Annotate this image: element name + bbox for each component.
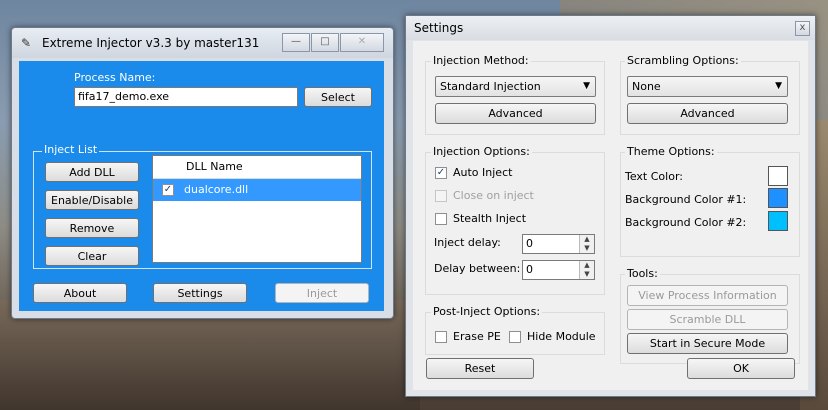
delay-between-label: Delay between:	[434, 262, 521, 275]
enable-disable-button[interactable]: Enable/Disable	[45, 190, 139, 210]
inject-delay-value: 0	[526, 237, 533, 250]
start-secure-mode-button[interactable]: Start in Secure Mode	[627, 333, 788, 354]
settings-client: Injection Method: Standard Injection ▼ A…	[413, 41, 808, 390]
dll-enabled-checkbox[interactable]: ✓	[162, 184, 174, 196]
scrambling-value: None	[632, 80, 661, 93]
stepper-arrows-icon[interactable]: ▲ ▼	[579, 235, 594, 253]
injection-advanced-button[interactable]: Advanced	[435, 103, 596, 124]
text-color-label: Text Color:	[625, 170, 683, 183]
dll-name-column: DLL Name	[186, 160, 243, 173]
bg-color-2-swatch[interactable]	[768, 211, 788, 231]
stealth-inject-checkbox[interactable]	[435, 213, 447, 225]
process-name-input[interactable]: fifa17_demo.exe	[74, 87, 298, 107]
injector-client: Process Name: fifa17_demo.exe Select Inj…	[19, 61, 384, 311]
remove-button[interactable]: Remove	[45, 218, 139, 238]
post-inject-title: Post-Inject Options:	[431, 305, 543, 318]
settings-button[interactable]: Settings	[153, 283, 247, 303]
hide-module-label: Hide Module	[527, 330, 596, 343]
tools-title: Tools:	[625, 267, 660, 280]
settings-title: Settings	[414, 21, 464, 35]
erase-pe-checkbox[interactable]	[435, 331, 447, 343]
stepper-arrows-icon[interactable]: ▲ ▼	[579, 261, 594, 279]
erase-pe-label: Erase PE	[453, 330, 501, 343]
reset-button[interactable]: Reset	[426, 358, 534, 379]
syringe-icon: ✎	[21, 36, 32, 50]
dll-list[interactable]: DLL Name ✓ dualcore.dll	[152, 155, 362, 263]
scrambling-title: Scrambling Options:	[625, 54, 741, 67]
view-process-info-button[interactable]: View Process Information	[627, 285, 788, 306]
chevron-down-icon: ▼	[583, 81, 590, 91]
bg-color-2-label: Background Color #2:	[625, 216, 747, 229]
close-on-inject-label: Close on inject	[453, 189, 534, 202]
dll-list-header[interactable]: DLL Name	[153, 156, 361, 179]
delay-between-stepper[interactable]: 0 ▲ ▼	[522, 260, 595, 280]
auto-inject-label: Auto Inject	[453, 166, 513, 179]
scrambling-advanced-button[interactable]: Advanced	[627, 103, 788, 124]
auto-inject-checkbox[interactable]: ✓	[435, 167, 447, 179]
settings-titlebar[interactable]: Settings x	[406, 16, 815, 40]
injection-method-value: Standard Injection	[440, 80, 541, 93]
bg-color-1-swatch[interactable]	[768, 188, 788, 208]
process-name-label: Process Name:	[74, 71, 156, 84]
list-item[interactable]: ✓ dualcore.dll	[153, 179, 361, 201]
maximize-button[interactable]: □	[311, 33, 339, 52]
delay-between-value: 0	[526, 263, 533, 276]
chevron-down-icon: ▼	[775, 81, 782, 91]
text-color-swatch[interactable]	[768, 166, 788, 186]
close-button[interactable]: ✕	[340, 33, 384, 52]
clear-button[interactable]: Clear	[45, 246, 139, 266]
select-process-button[interactable]: Select	[304, 87, 372, 107]
hide-module-checkbox[interactable]	[509, 331, 521, 343]
close-on-inject-checkbox[interactable]	[435, 190, 447, 202]
scrambling-select[interactable]: None ▼	[627, 76, 788, 97]
injector-window: ✎ Extreme Injector v3.3 by master131 — □…	[11, 27, 394, 319]
injection-method-select[interactable]: Standard Injection ▼	[435, 76, 596, 97]
injector-titlebar[interactable]: ✎ Extreme Injector v3.3 by master131 — □…	[12, 28, 393, 58]
inject-delay-label: Inject delay:	[434, 236, 501, 249]
theme-options-title: Theme Options:	[625, 145, 717, 158]
injection-method-title: Injection Method:	[431, 54, 531, 67]
ok-button[interactable]: OK	[687, 358, 795, 379]
dll-name: dualcore.dll	[184, 183, 249, 196]
inject-button[interactable]: Inject	[275, 283, 369, 303]
settings-window: Settings x Injection Method: Standard In…	[405, 15, 816, 397]
stealth-inject-label: Stealth Inject	[453, 212, 527, 225]
bg-color-1-label: Background Color #1:	[625, 193, 747, 206]
settings-close-button[interactable]: x	[795, 21, 810, 36]
inject-delay-stepper[interactable]: 0 ▲ ▼	[522, 234, 595, 254]
injector-title: Extreme Injector v3.3 by master131	[42, 36, 260, 50]
about-button[interactable]: About	[33, 283, 127, 303]
scramble-dll-button[interactable]: Scramble DLL	[627, 309, 788, 330]
injection-options-title: Injection Options:	[431, 145, 532, 158]
minimize-button[interactable]: —	[282, 33, 310, 52]
inject-list-title: Inject List	[42, 143, 100, 156]
add-dll-button[interactable]: Add DLL	[45, 162, 139, 182]
